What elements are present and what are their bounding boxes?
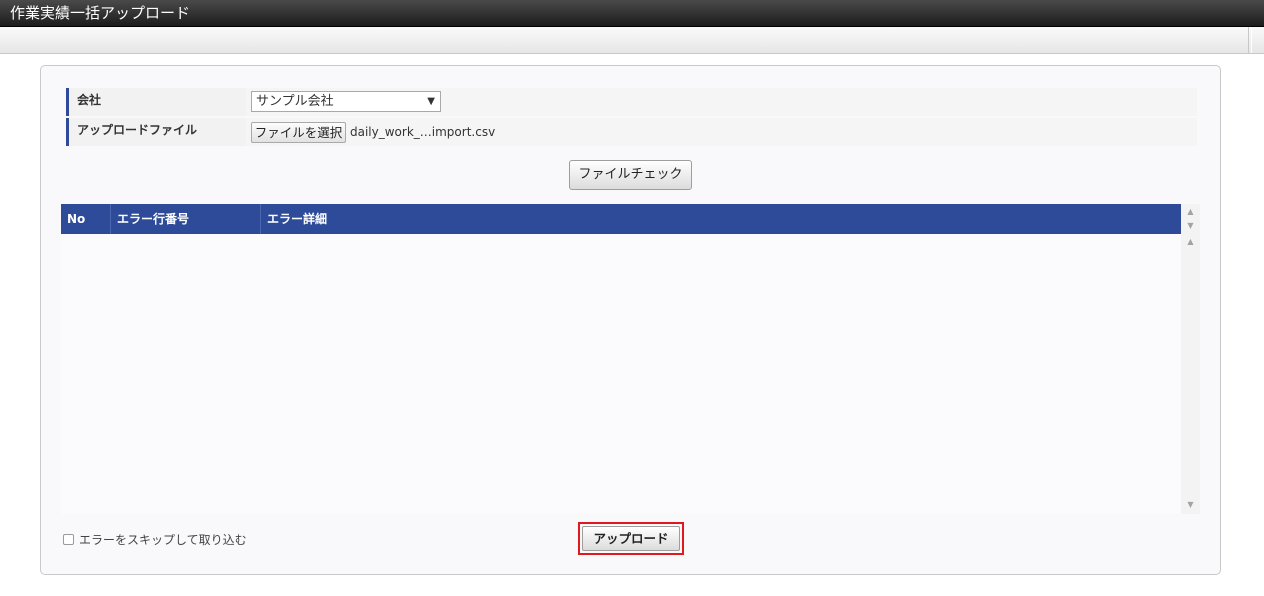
selected-file-name: daily_work_…import.csv xyxy=(350,125,496,139)
error-grid-header: No エラー行番号 エラー詳細 xyxy=(61,204,1181,234)
skip-errors-label: エラーをスキップして取り込む xyxy=(79,533,247,547)
toolbar-resize-handle[interactable] xyxy=(1248,27,1252,53)
scroll-up-icon[interactable]: ▲ xyxy=(1181,207,1200,217)
company-row: 会社 サンプル会社 ▼ xyxy=(66,88,1197,116)
upload-file-row: アップロードファイル ファイルを選択 daily_work_…import.cs… xyxy=(66,118,1197,146)
column-header-error-detail[interactable]: エラー詳細 xyxy=(261,204,561,234)
column-header-error-row[interactable]: エラー行番号 xyxy=(111,204,261,234)
company-select[interactable]: サンプル会社 ▼ xyxy=(251,91,441,112)
scroll-up-icon[interactable]: ▲ xyxy=(1181,237,1200,247)
upload-file-label: アップロードファイル xyxy=(66,118,246,146)
window-title: 作業実績一括アップロード xyxy=(0,0,1264,27)
upload-button[interactable]: アップロード xyxy=(582,526,680,551)
upload-button-highlight: アップロード xyxy=(578,522,684,555)
company-label: 会社 xyxy=(66,88,246,116)
grid-scrollbar[interactable]: ▲ ▼ xyxy=(1181,234,1200,514)
error-grid: No エラー行番号 エラー詳細 ▲ ▼ ▲ ▼ xyxy=(61,204,1200,514)
company-select-value: サンプル会社 xyxy=(256,94,334,109)
scroll-down-icon[interactable]: ▼ xyxy=(1181,500,1200,510)
scroll-down-icon[interactable]: ▼ xyxy=(1181,221,1200,231)
choose-file-button[interactable]: ファイルを選択 xyxy=(251,122,346,143)
header-scrollbar[interactable]: ▲ ▼ xyxy=(1181,204,1200,234)
toolbar xyxy=(0,27,1264,54)
skip-errors-checkbox[interactable] xyxy=(63,534,74,545)
dropdown-arrow-icon: ▼ xyxy=(427,96,435,107)
column-header-no[interactable]: No xyxy=(61,204,111,234)
upload-panel: 会社 サンプル会社 ▼ アップロードファイル ファイルを選択 daily_wor… xyxy=(40,65,1221,575)
error-grid-body xyxy=(61,234,1181,514)
file-check-button[interactable]: ファイルチェック xyxy=(569,160,692,190)
